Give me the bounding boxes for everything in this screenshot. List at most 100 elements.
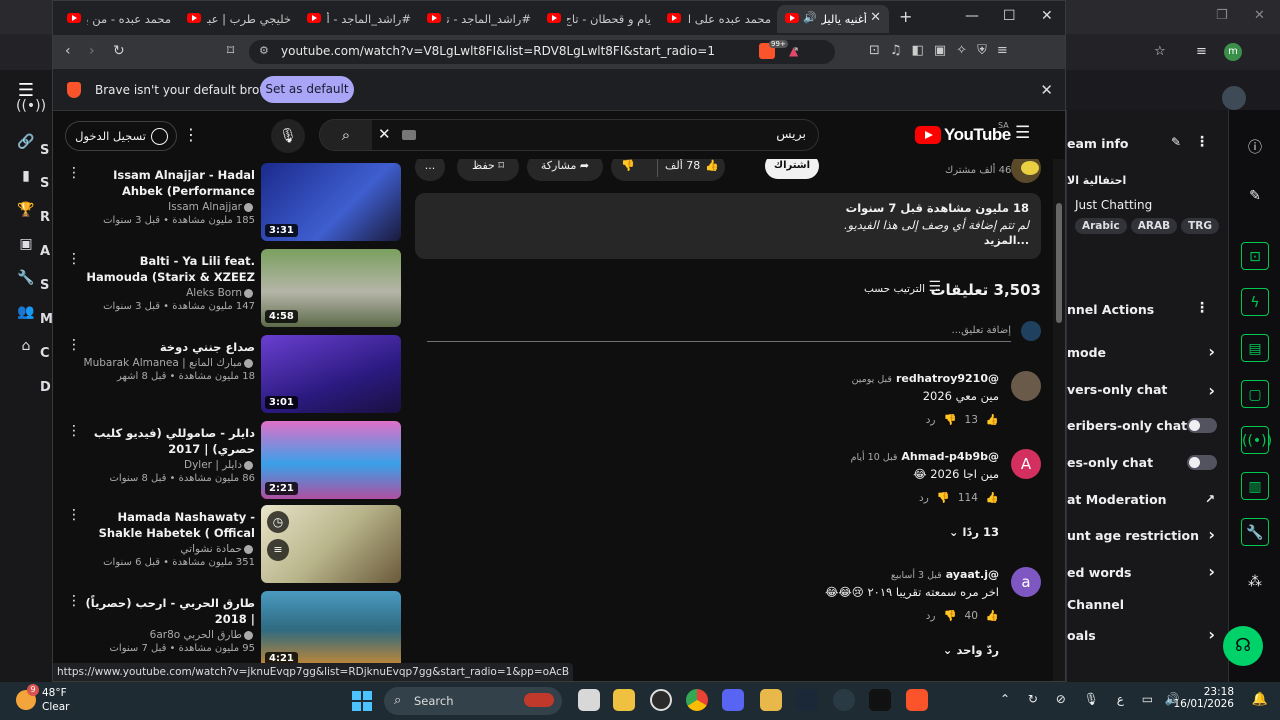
- setting-row[interactable]: unt age restriction ›: [1067, 522, 1228, 550]
- more-vert-icon[interactable]: ⋮: [1195, 300, 1209, 316]
- video-title[interactable]: صداع جنني دوخة: [83, 339, 255, 355]
- video-thumbnail[interactable]: 4:58: [261, 249, 401, 327]
- more-actions-button[interactable]: ...: [415, 159, 445, 181]
- related-video-item[interactable]: ⋮ دايلر - صاموللي (فيديو كليب حصري) | 20…: [53, 421, 413, 505]
- close-infobar-icon[interactable]: ✕: [1040, 81, 1053, 99]
- settings-more-icon[interactable]: ⋮: [183, 125, 199, 144]
- minimize-window-icon[interactable]: —: [965, 8, 979, 24]
- more-vert-icon[interactable]: ⋮: [67, 507, 81, 523]
- browser-tab[interactable]: محمد عبده على الأمر: [659, 5, 777, 33]
- leo-ai-icon[interactable]: ✧: [956, 43, 977, 58]
- description-box[interactable]: 18 مليون مشاهدة قبل 7 سنوات لم تتم إضافة…: [415, 193, 1041, 259]
- dislike-thumb-icon[interactable]: 👎: [943, 414, 956, 426]
- browser-tab[interactable]: #راشد_الماجد - أحبك: [299, 5, 417, 33]
- setting-row[interactable]: oals ›: [1067, 622, 1228, 650]
- voice-search-mic-icon[interactable]: 🎙: [271, 119, 305, 153]
- like-thumb-icon[interactable]: 👍: [986, 492, 999, 504]
- video-title[interactable]: دايلر - صاموللي (فيديو كليب حصري) | 2017: [83, 425, 255, 457]
- dislike-thumb-icon[interactable]: 👎: [621, 159, 635, 179]
- menu-icon[interactable]: ≡: [997, 43, 1018, 58]
- network-icon[interactable]: ▭: [1142, 692, 1153, 706]
- setting-row[interactable]: at Moderation ↗: [1067, 486, 1228, 514]
- video-title[interactable]: Issam Alnajjar - Hadal Ahbek (Performanc…: [83, 167, 255, 199]
- add-to-queue-icon[interactable]: ≡: [267, 539, 289, 561]
- watch-later-clock-icon[interactable]: ◷: [267, 511, 289, 533]
- headset-help-icon[interactable]: ☊: [1223, 626, 1263, 666]
- brave-rewards-icon[interactable]: ▲: [789, 44, 798, 58]
- tag[interactable]: TRG: [1181, 218, 1219, 234]
- tray-app-icon[interactable]: ⊘: [1056, 692, 1066, 706]
- clear-search-icon[interactable]: ✕: [378, 125, 391, 143]
- video-title[interactable]: طارق الحربي - ارحب (حصرياً) | 2018: [83, 595, 255, 627]
- lightning-icon[interactable]: ϟ: [1241, 288, 1269, 316]
- commenter-avatar[interactable]: [1011, 371, 1041, 401]
- taskbar-search[interactable]: ⌕ Search: [384, 687, 562, 715]
- vpn-icon[interactable]: ⛨: [977, 43, 997, 58]
- wrench-icon[interactable]: 🔧: [1241, 518, 1269, 546]
- community-icon[interactable]: 👥: [16, 304, 36, 324]
- channel-name[interactable]: مبارك المانع | Mubarak Almanea: [84, 357, 242, 369]
- close-tab-icon[interactable]: ✕: [870, 10, 881, 25]
- sort-by-button[interactable]: الترتيب حسب: [864, 283, 925, 295]
- trophy-icon[interactable]: 🏆: [16, 202, 36, 222]
- more-vert-icon[interactable]: ⋮: [67, 423, 81, 439]
- layout-icon[interactable]: ▥: [1241, 472, 1269, 500]
- chrome-icon[interactable]: [686, 689, 708, 711]
- capcut-icon[interactable]: [869, 689, 891, 711]
- creator-icon[interactable]: ⌂: [16, 338, 36, 358]
- setting-row[interactable]: eribers-only chat: [1067, 412, 1228, 440]
- sign-in-button[interactable]: تسجيل الدخول: [65, 121, 177, 151]
- subscribe-button[interactable]: اشتراك: [765, 159, 819, 179]
- bookmark-icon[interactable]: ⌑: [227, 43, 234, 59]
- search-box[interactable]: ⌕ ✕: [319, 119, 819, 151]
- notes-icon[interactable]: ▤: [1241, 334, 1269, 362]
- setting-row[interactable]: vers-only chat ›: [1067, 376, 1228, 404]
- search-input[interactable]: [506, 126, 806, 141]
- browser-tab[interactable]: محمد عبده - من بالي: [59, 5, 177, 33]
- share-button[interactable]: مشاركة ➦: [527, 159, 603, 181]
- windows-start-icon[interactable]: [352, 691, 372, 711]
- more-vert-icon[interactable]: ⋮: [1195, 134, 1209, 150]
- search-button[interactable]: ⌕: [320, 120, 372, 150]
- tag[interactable]: ARAB: [1130, 218, 1178, 234]
- broadcast-icon[interactable]: ((•)): [1241, 426, 1272, 454]
- winrar-icon[interactable]: [760, 689, 782, 711]
- schedule-icon[interactable]: ▣: [16, 236, 36, 256]
- maximize-window-icon[interactable]: ☐: [1003, 8, 1016, 24]
- notification-bell-icon[interactable]: 🔔: [1252, 692, 1268, 707]
- wrench-icon[interactable]: 🔧: [16, 270, 36, 290]
- microphone-icon[interactable]: 🎙: [1084, 692, 1099, 706]
- reply-button[interactable]: رد: [926, 610, 936, 622]
- more-vert-icon[interactable]: ⋮: [67, 337, 81, 353]
- page-scrollbar[interactable]: [1053, 159, 1065, 681]
- related-video-item[interactable]: ⋮ Balti - Ya Lili feat. Hamouda (Starix …: [53, 249, 413, 333]
- site-settings-icon[interactable]: ⚙: [259, 44, 269, 57]
- comment-author[interactable]: @redhatroy9210: [896, 372, 999, 385]
- address-bar[interactable]: ⚙ youtube.com/watch?v=V8LgLwlt8FI&list=R…: [249, 40, 835, 64]
- commenter-avatar[interactable]: A: [1011, 449, 1041, 479]
- browser-tab[interactable]: #راشد_الماجد - تحبك: [419, 5, 537, 33]
- toggle-switch[interactable]: [1187, 418, 1217, 433]
- edit-pencil-icon[interactable]: ✎: [1171, 135, 1181, 149]
- comment-time[interactable]: قبل 3 أسابيع: [891, 570, 942, 581]
- taskbar-clock[interactable]: 23:18 16/01/2026: [1173, 686, 1234, 710]
- obs-studio-icon[interactable]: [650, 689, 672, 711]
- setting-row[interactable]: mode ›: [1067, 339, 1228, 367]
- guide-menu-icon[interactable]: ☰: [1015, 123, 1030, 143]
- video-thumbnail[interactable]: 3:31: [261, 163, 401, 241]
- share-nodes-icon[interactable]: ⁂: [1241, 568, 1269, 596]
- dislike-thumb-icon[interactable]: 👎: [937, 492, 950, 504]
- comment-time[interactable]: قبل يومين: [852, 374, 892, 385]
- browser-tab[interactable]: يام و قحطان - تاج: [539, 5, 657, 33]
- comment-time[interactable]: قبل 10 أيام: [851, 452, 898, 463]
- file-explorer-icon[interactable]: [613, 689, 635, 711]
- video-title[interactable]: Hamada Nashawaty - Shakle Habetek ( Offi…: [83, 509, 255, 541]
- channel-name[interactable]: Aleks Born: [186, 287, 242, 299]
- info-icon[interactable]: ⓘ: [1241, 134, 1269, 162]
- browser-tab-active[interactable]: أغنيه ياليل 🔊 ✕: [777, 5, 889, 33]
- view-replies-button[interactable]: ردّ واحد ⌄: [943, 643, 999, 657]
- tray-overflow-chevron-icon[interactable]: ⌃: [1000, 692, 1010, 706]
- like-thumb-icon[interactable]: 👍: [986, 610, 999, 622]
- edit-icon[interactable]: ✎: [1241, 182, 1269, 210]
- music-icon[interactable]: ♫: [890, 43, 912, 58]
